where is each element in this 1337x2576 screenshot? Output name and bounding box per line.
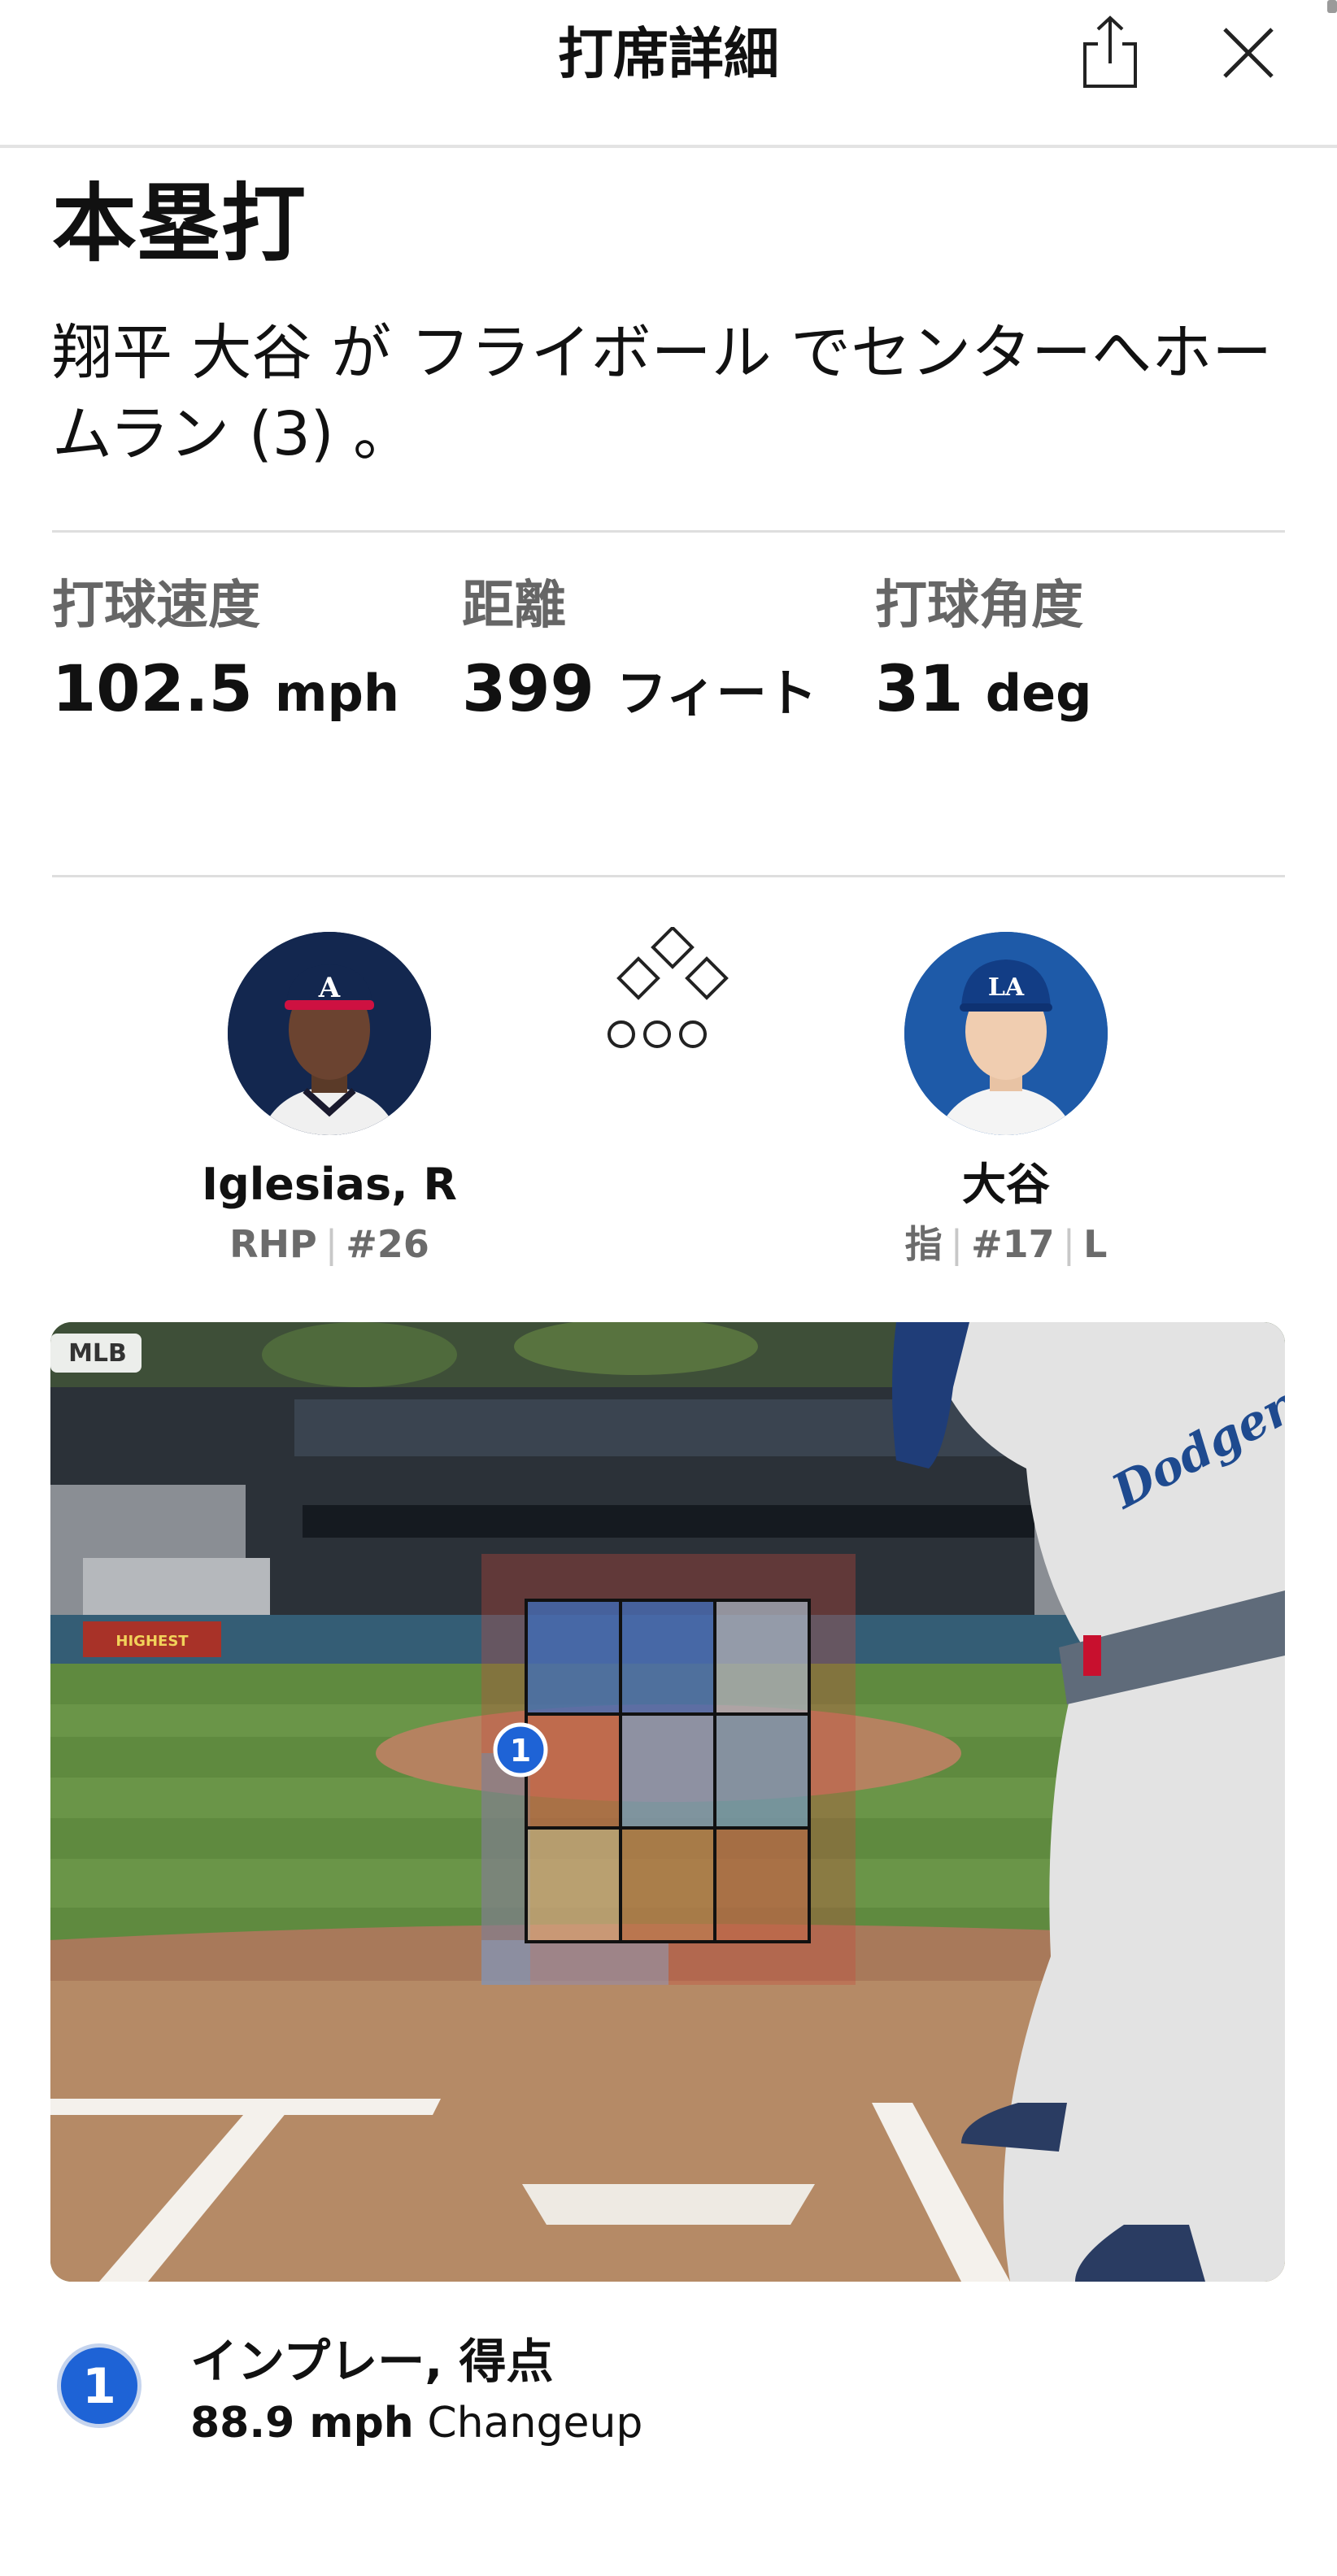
pitch-result: インプレー, 得点 bbox=[190, 2334, 554, 2389]
stat-number: 399 bbox=[462, 653, 594, 726]
pitch-visualization: HIGHEST 1 Dodgers MLB bbox=[50, 1322, 1285, 2282]
stat-unit: mph bbox=[274, 664, 400, 723]
stat-label: 打球角度 bbox=[875, 576, 1083, 636]
pitcher-number: #26 bbox=[346, 1222, 429, 1266]
close-icon bbox=[1223, 28, 1274, 78]
scroll-indicator[interactable] bbox=[1327, 0, 1337, 13]
batter-photo: LA bbox=[904, 932, 1108, 1135]
stat-unit: deg bbox=[985, 664, 1092, 723]
separator: | bbox=[324, 1222, 338, 1266]
out-indicator-icon bbox=[643, 1020, 671, 1048]
pitcher-photo: A bbox=[228, 932, 431, 1135]
pitch-details: 88.9 mph Changeup bbox=[190, 2394, 642, 2452]
divider bbox=[52, 875, 1285, 877]
third-base-icon bbox=[616, 956, 660, 1000]
svg-text:LA: LA bbox=[988, 973, 1025, 1002]
stat-distance: 距離 399 フィート bbox=[462, 569, 820, 734]
pitch-speed: 88.9 mph bbox=[190, 2399, 414, 2448]
batter-number: #17 bbox=[971, 1222, 1055, 1266]
stat-exit-velocity: 打球速度 102.5 mph bbox=[52, 569, 410, 734]
stat-unit: フィート bbox=[616, 664, 817, 723]
batter-meta: 指 | #17 | L bbox=[803, 1220, 1209, 1268]
out-indicator-icon bbox=[608, 1020, 635, 1048]
svg-text:1: 1 bbox=[510, 1733, 531, 1769]
result-description: 翔平 大谷 が フライボール でセンターへホームラン (3) 。 bbox=[52, 318, 1273, 469]
result-title: 本塁打 bbox=[52, 174, 307, 273]
out-indicator-icon bbox=[679, 1020, 707, 1048]
close-button[interactable] bbox=[1212, 16, 1285, 89]
stat-launch-angle: 打球角度 31 deg bbox=[875, 569, 1233, 734]
pitch-type: Changeup bbox=[427, 2399, 643, 2448]
stat-value: 102.5 mph bbox=[52, 649, 410, 734]
svg-text:A: A bbox=[318, 972, 341, 1004]
batter-name: 大谷 bbox=[962, 1159, 1050, 1210]
share-icon bbox=[1083, 15, 1137, 88]
batter-bats: L bbox=[1083, 1222, 1108, 1266]
first-base-icon bbox=[685, 956, 729, 1000]
stat-label: 打球速度 bbox=[52, 576, 260, 636]
pitcher-hand: RHP bbox=[229, 1222, 317, 1266]
header-bar: 打席詳細 bbox=[0, 0, 1337, 148]
stat-label: 距離 bbox=[462, 576, 566, 636]
second-base-icon bbox=[651, 927, 695, 969]
svg-text:HIGHEST: HIGHEST bbox=[115, 1633, 189, 1650]
pitch-number-badge: 1 bbox=[57, 2343, 142, 2428]
pitcher-meta: RHP | #26 bbox=[126, 1220, 533, 1268]
svg-text:MLB: MLB bbox=[68, 1339, 127, 1368]
pitch-list-item[interactable]: 1 インプレー, 得点 88.9 mph Changeup bbox=[57, 2330, 1277, 2461]
batter-avatar[interactable]: LA bbox=[904, 932, 1108, 1135]
bases-diagram bbox=[608, 927, 729, 1048]
divider bbox=[52, 530, 1285, 533]
field-scene: HIGHEST 1 Dodgers MLB bbox=[50, 1322, 1285, 2282]
share-button[interactable] bbox=[1074, 11, 1147, 93]
stat-number: 31 bbox=[875, 653, 964, 726]
stat-value: 399 フィート bbox=[462, 649, 820, 734]
pitcher-avatar[interactable]: A bbox=[228, 932, 431, 1135]
stat-number: 102.5 bbox=[52, 653, 253, 726]
separator: | bbox=[1062, 1222, 1076, 1266]
stat-value: 31 deg bbox=[875, 649, 1233, 734]
batter-position: 指 bbox=[904, 1222, 943, 1266]
pitcher-name: Iglesias, R bbox=[201, 1159, 457, 1210]
separator: | bbox=[950, 1222, 964, 1266]
